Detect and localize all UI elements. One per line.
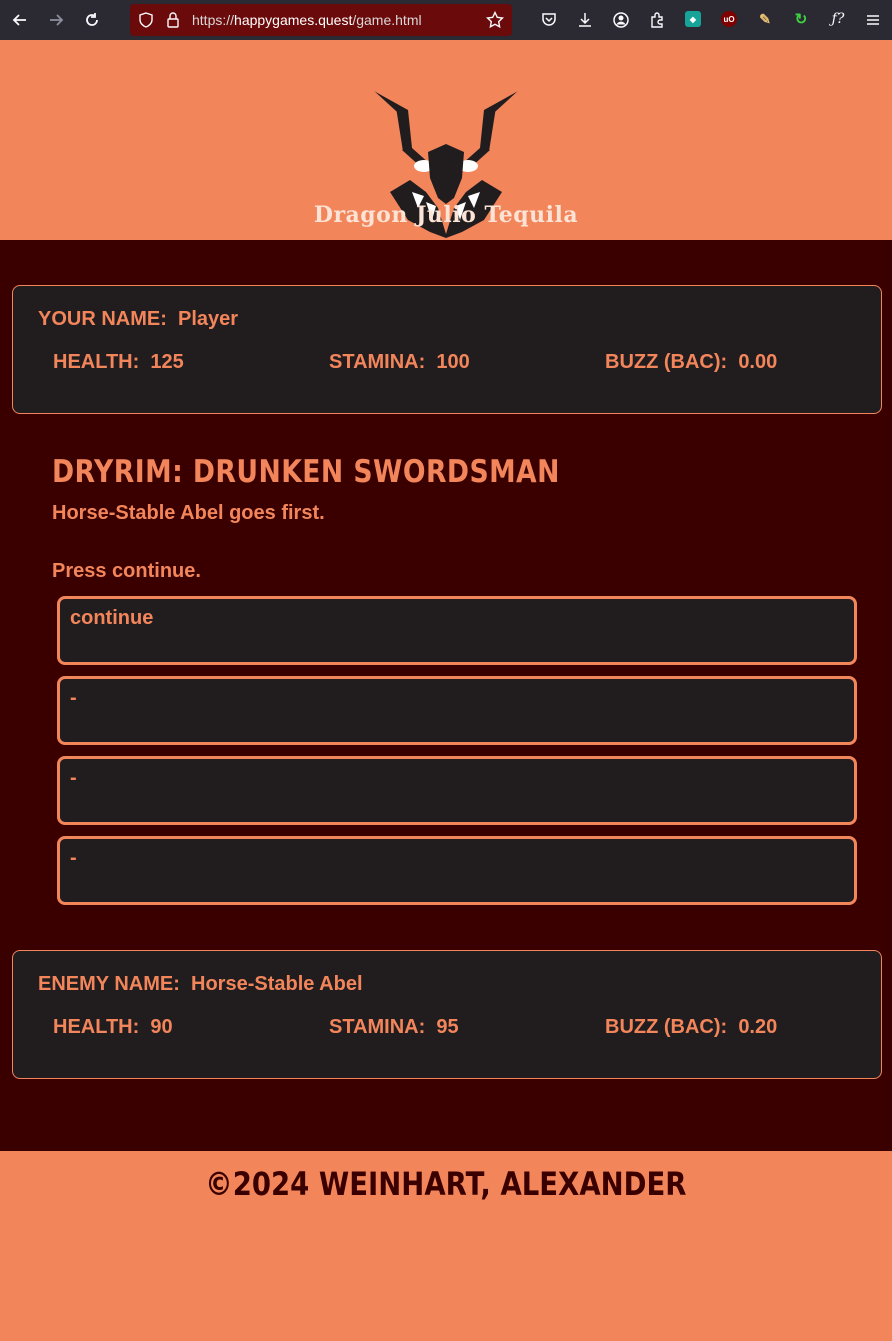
bookmark-star-icon[interactable]	[485, 10, 505, 33]
lock-icon[interactable]	[166, 12, 180, 32]
choice-button-continue[interactable]: continue	[57, 596, 857, 665]
enemy-stamina: STAMINA: 95	[329, 1016, 459, 1039]
enemy-panel: ENEMY NAME: Horse-Stable Abel HEALTH: 90…	[12, 950, 882, 1079]
menu-icon[interactable]	[861, 8, 885, 32]
url-scheme: https://	[192, 12, 235, 28]
player-panel: YOUR NAME: Player HEALTH: 125 STAMINA: 1…	[12, 285, 882, 414]
enemy-name: Horse-Stable Abel	[191, 973, 363, 995]
url-host: happygames.quest	[234, 12, 353, 28]
player-health: HEALTH: 125	[53, 351, 184, 374]
player-stamina-label: STAMINA:	[329, 351, 426, 373]
forward-icon[interactable]	[44, 8, 68, 32]
extension-sync-icon[interactable]: ↻	[793, 11, 809, 28]
enemy-name-label: ENEMY NAME:	[38, 973, 180, 995]
player-health-label: HEALTH:	[53, 351, 140, 373]
player-stamina-value: 100	[436, 351, 470, 373]
choice-label: continue	[70, 607, 154, 629]
enemy-buzz-value: 0.20	[738, 1016, 778, 1038]
enemy-stamina-value: 95	[436, 1016, 459, 1038]
player-name: Player	[178, 308, 239, 330]
player-buzz-value: 0.00	[738, 351, 778, 373]
scene-title: DRYRIM: DRUNKEN SWORDSMAN	[52, 454, 560, 490]
download-icon[interactable]	[573, 8, 597, 32]
choice-button-3[interactable]: -	[57, 756, 857, 825]
choice-button-2[interactable]: -	[57, 676, 857, 745]
extension-teal-icon[interactable]: ◆	[685, 11, 701, 27]
ublock-icon[interactable]: uO	[721, 11, 737, 27]
brand-name: Dragon Julio Tequila	[313, 202, 579, 228]
reload-icon[interactable]	[80, 8, 104, 32]
player-buzz: BUZZ (BAC): 0.00	[605, 351, 777, 374]
game-area: YOUR NAME: Player HEALTH: 125 STAMINA: 1…	[0, 240, 892, 1151]
enemy-buzz: BUZZ (BAC): 0.20	[605, 1016, 777, 1039]
scene-line-2: Press continue.	[52, 560, 201, 582]
enemy-stamina-label: STAMINA:	[329, 1016, 426, 1038]
shield-icon[interactable]	[138, 12, 154, 32]
account-icon[interactable]	[609, 8, 633, 32]
site-footer: ©2024 WEINHART, ALEXANDER	[0, 1151, 892, 1341]
choice-button-4[interactable]: -	[57, 836, 857, 905]
copyright-text: ©2024 WEINHART, ALEXANDER	[205, 1165, 687, 1203]
player-name-label: YOUR NAME:	[38, 308, 167, 330]
site-header: Dragon Julio Tequila	[0, 40, 892, 240]
extension-broom-icon[interactable]: ✎	[757, 11, 773, 27]
enemy-health-label: HEALTH:	[53, 1016, 140, 1038]
enemy-name-row: ENEMY NAME: Horse-Stable Abel	[38, 973, 363, 996]
enemy-health: HEALTH: 90	[53, 1016, 173, 1039]
browser-toolbar: https://happygames.quest/game.html ◆ uO …	[0, 0, 892, 40]
extensions-icon[interactable]	[645, 8, 669, 32]
url-text[interactable]: https://happygames.quest/game.html	[192, 12, 422, 28]
address-bar[interactable]: https://happygames.quest/game.html	[130, 4, 512, 36]
player-health-value: 125	[150, 351, 184, 373]
choice-label: -	[70, 687, 77, 709]
player-stamina: STAMINA: 100	[329, 351, 470, 374]
player-buzz-label: BUZZ (BAC):	[605, 351, 728, 373]
enemy-health-value: 90	[150, 1016, 173, 1038]
url-path: /game.html	[352, 12, 422, 28]
pocket-icon[interactable]	[537, 8, 561, 32]
enemy-buzz-label: BUZZ (BAC):	[605, 1016, 728, 1038]
scene-line-1: Horse-Stable Abel goes first.	[52, 502, 325, 524]
player-name-row: YOUR NAME: Player	[38, 308, 238, 331]
back-icon[interactable]	[8, 8, 32, 32]
extension-font-icon[interactable]: ƒ?	[827, 11, 849, 27]
choice-label: -	[70, 847, 77, 869]
choice-label: -	[70, 767, 77, 789]
copyright-row: ©2024 WEINHART, ALEXANDER	[0, 1165, 892, 1203]
